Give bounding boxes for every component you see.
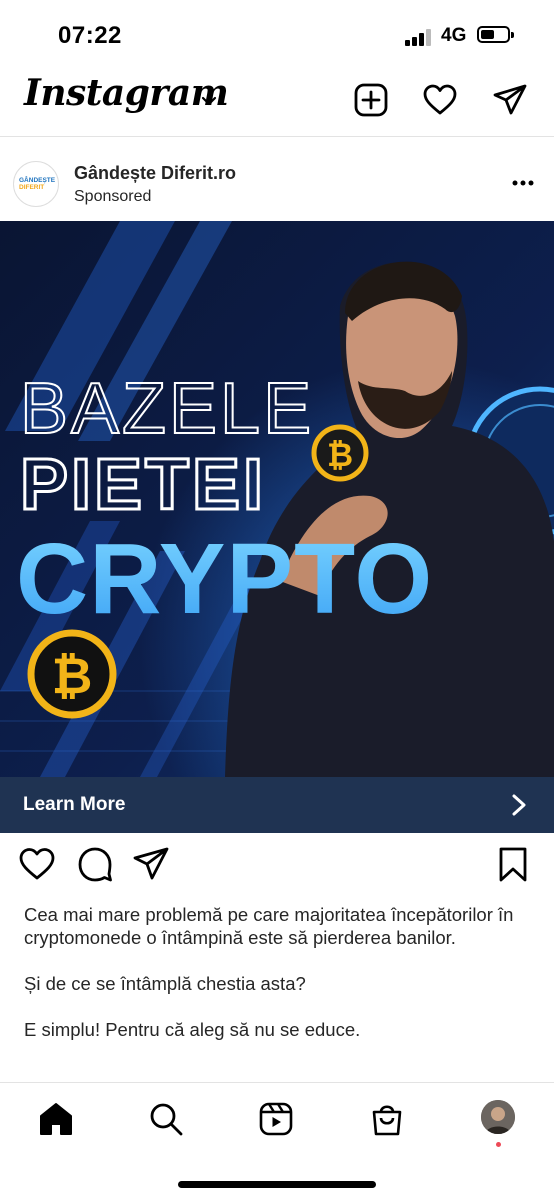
save-icon[interactable] bbox=[494, 845, 532, 883]
caption-paragraph: Cea mai mare problemă pe care majoritate… bbox=[24, 904, 514, 948]
share-icon[interactable] bbox=[132, 845, 170, 883]
ad-illustration: ₿ ₿ BAZELE PIETEI CRYPTO bbox=[0, 221, 554, 777]
chevron-down-icon[interactable] bbox=[200, 92, 218, 110]
post-caption: Cea mai mare problemă pe care majoritate… bbox=[24, 903, 524, 1064]
svg-text:PIETEI: PIETEI bbox=[20, 445, 266, 525]
home-icon[interactable] bbox=[38, 1101, 74, 1137]
heart-icon[interactable] bbox=[422, 82, 458, 118]
caption-paragraph: E simplu! Pentru că aleg să nu se educe. bbox=[24, 1019, 361, 1040]
sponsored-label: Sponsored bbox=[74, 188, 152, 205]
network-type: 4G bbox=[441, 25, 467, 46]
like-icon[interactable] bbox=[18, 845, 56, 883]
account-avatar[interactable]: GÂNDEȘTE DIFERIT bbox=[13, 161, 59, 207]
home-indicator bbox=[178, 1181, 376, 1188]
app-header: Instagram bbox=[0, 70, 554, 137]
more-options-icon[interactable] bbox=[512, 180, 534, 186]
direct-message-icon[interactable] bbox=[492, 82, 528, 118]
caption-paragraph: Și de ce se întâmplă chestia asta? bbox=[24, 973, 306, 994]
reels-icon[interactable] bbox=[258, 1101, 294, 1137]
svg-text:₿: ₿ bbox=[327, 436, 353, 474]
shop-icon[interactable] bbox=[369, 1101, 405, 1137]
post-header: GÂNDEȘTE DIFERIT Gândește Diferit.ro Spo… bbox=[0, 137, 554, 221]
status-time: 07:22 bbox=[58, 22, 122, 49]
status-bar: 07:22 4G bbox=[0, 0, 554, 70]
new-post-icon[interactable] bbox=[353, 82, 389, 118]
svg-text:₿: ₿ bbox=[52, 647, 93, 705]
search-icon[interactable] bbox=[148, 1101, 184, 1137]
profile-avatar[interactable] bbox=[481, 1100, 515, 1134]
post-actions bbox=[0, 845, 554, 889]
comment-icon[interactable] bbox=[76, 845, 114, 883]
svg-text:CRYPTO: CRYPTO bbox=[16, 523, 433, 635]
ad-image[interactable]: ₿ ₿ BAZELE PIETEI CRYPTO bbox=[0, 221, 554, 777]
account-username[interactable]: Gândește Diferit.ro bbox=[74, 163, 236, 184]
learn-more-button[interactable]: Learn More bbox=[0, 777, 554, 833]
bottom-tab-bar bbox=[0, 1082, 554, 1201]
signal-icon bbox=[405, 28, 433, 46]
instagram-logo[interactable]: Instagram bbox=[24, 72, 229, 114]
cta-label: Learn More bbox=[23, 794, 126, 815]
chevron-right-icon bbox=[512, 794, 526, 816]
battery-icon bbox=[477, 26, 510, 43]
notification-dot bbox=[496, 1142, 501, 1147]
svg-text:BAZELE: BAZELE bbox=[20, 369, 314, 449]
